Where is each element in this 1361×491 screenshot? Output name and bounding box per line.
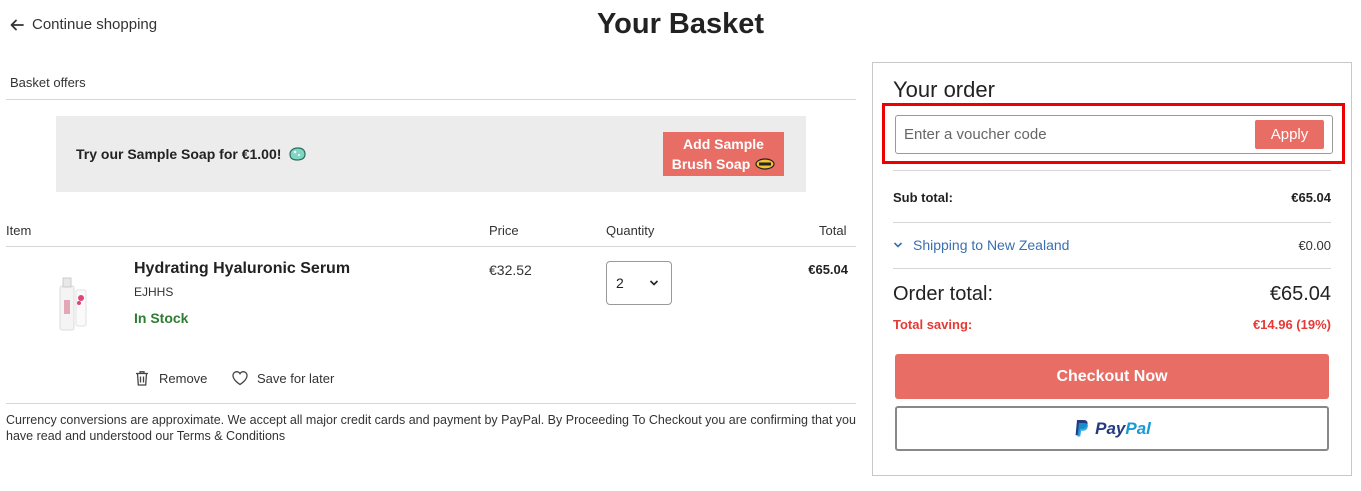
paypal-icon [1075, 420, 1089, 437]
apply-voucher-button[interactable]: Apply [1255, 120, 1324, 149]
col-header-price: Price [489, 223, 519, 238]
paypal-wordmark: PayPal [1095, 419, 1151, 439]
add-sample-label-1: Add Sample [683, 136, 764, 152]
col-header-quantity: Quantity [606, 223, 655, 238]
remove-button[interactable]: Remove [133, 369, 207, 387]
paypal-pal-text: Pal [1125, 418, 1151, 438]
heart-icon [232, 371, 248, 386]
order-total-label: Order total: [893, 283, 994, 305]
product-price: €32.52 [489, 262, 532, 278]
stock-status: In Stock [134, 310, 189, 326]
quantity-value: 2 [616, 275, 624, 291]
brush-icon [755, 158, 775, 170]
saving-value: €14.96 (19%) [1252, 317, 1331, 332]
order-total-value: €65.04 [1269, 283, 1331, 305]
voucher-input[interactable] [904, 126, 1244, 143]
shipping-toggle[interactable]: Shipping to New Zealand [893, 237, 1069, 253]
disclaimer-text: Currency conversions are approximate. We… [6, 413, 856, 443]
quantity-select[interactable]: 2 [606, 261, 672, 305]
line-total: €65.04 [808, 262, 848, 277]
offer-text-wrap: Try our Sample Soap for €1.00! [76, 146, 307, 162]
save-for-later-label: Save for later [257, 370, 335, 386]
paypal-button[interactable]: PayPal [895, 406, 1329, 451]
divider [6, 246, 856, 247]
paypal-pay-text: Pay [1095, 418, 1126, 438]
shipping-label: Shipping to New Zealand [913, 237, 1070, 253]
voucher-highlight: Apply [882, 103, 1345, 164]
save-for-later-button[interactable]: Save for later [231, 369, 334, 387]
divider [6, 403, 856, 404]
saving-label: Total saving: [893, 317, 973, 332]
add-sample-label-2: Brush Soap [671, 156, 751, 172]
order-summary-panel: Your order Apply Sub total: €65.04 Shipp… [872, 62, 1352, 476]
shipping-value: €0.00 [1298, 237, 1331, 253]
product-code: EJHHS [134, 285, 174, 299]
saving-row: Total saving: €14.96 (19%) [893, 317, 1331, 332]
add-sample-button[interactable]: Add Sample Brush Soap [663, 132, 784, 176]
divider [6, 99, 856, 100]
product-name[interactable]: Hydrating Hyaluronic Serum [134, 260, 350, 278]
order-total-row: Order total: €65.04 [893, 283, 1331, 306]
order-title: Your order [893, 77, 995, 102]
offer-text: Try our Sample Soap for €1.00! [76, 146, 282, 162]
trash-icon [136, 371, 148, 386]
remove-label: Remove [159, 370, 208, 386]
col-header-item: Item [6, 223, 32, 238]
soap-icon [289, 147, 307, 161]
divider [893, 268, 1331, 269]
divider [893, 170, 1331, 171]
chevron-down-icon [893, 242, 903, 248]
product-image [59, 277, 87, 331]
checkout-button[interactable]: Checkout Now [895, 354, 1329, 399]
chevron-down-icon [649, 280, 659, 286]
divider [893, 222, 1331, 223]
subtotal-row: Sub total: €65.04 [893, 190, 1331, 205]
basket-offers-heading: Basket offers [10, 75, 86, 90]
shipping-row: Shipping to New Zealand €0.00 [893, 237, 1331, 253]
page-title: Your Basket [596, 8, 765, 40]
add-sample-line2: Brush Soap [672, 154, 776, 174]
subtotal-value: €65.04 [1291, 190, 1331, 205]
subtotal-label: Sub total: [893, 190, 953, 205]
voucher-field: Apply [895, 115, 1333, 154]
offer-banner: Try our Sample Soap for €1.00! Add Sampl… [56, 116, 806, 192]
col-header-total: Total [819, 223, 847, 238]
